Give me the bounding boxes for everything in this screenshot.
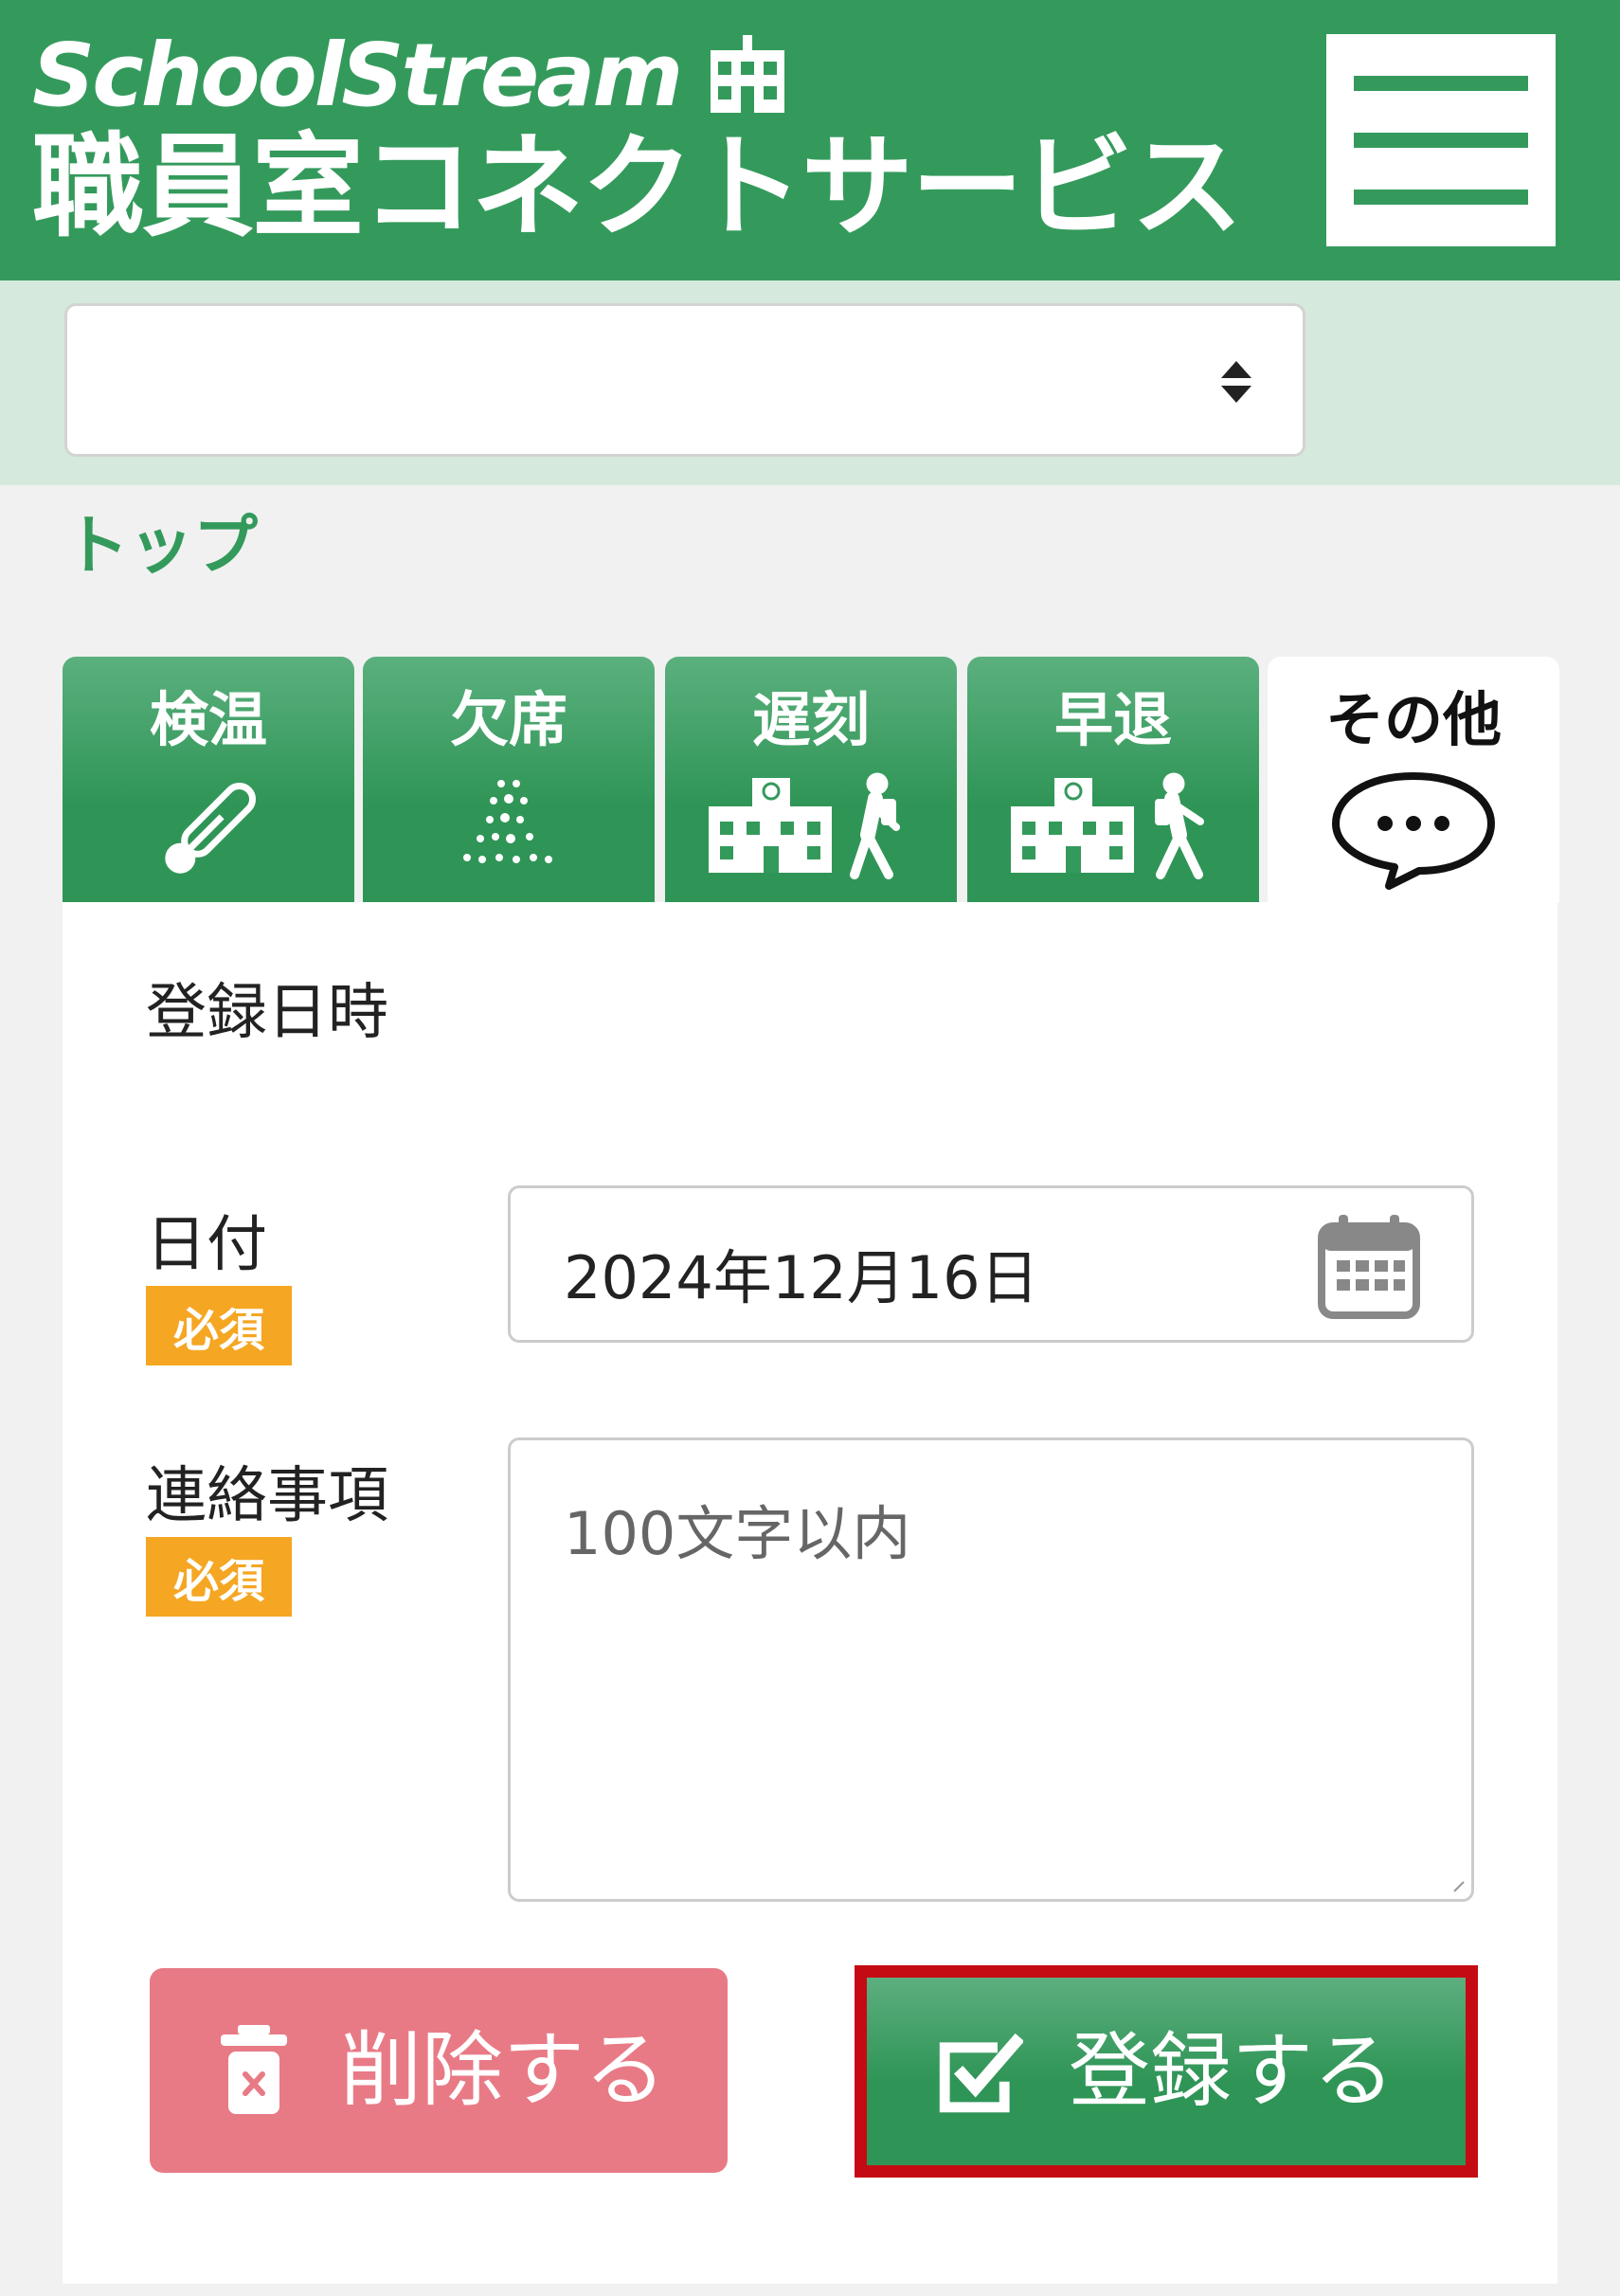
brand-name: SchoolStream <box>32 25 683 126</box>
speech-bubble-icon <box>1332 772 1495 890</box>
form-panel: 登録日時 日付 必須 2024年12月16日 連絡事項 必須 100文字以内 削… <box>63 902 1557 2284</box>
submit-button-label: 登録する <box>1069 2024 1395 2119</box>
tab-label: 遅刻 <box>751 685 870 754</box>
school-walker-icon <box>1011 772 1204 879</box>
required-badge: 必須 <box>146 1286 292 1365</box>
logo: SchoolStream <box>32 28 790 123</box>
tab-label: 早退 <box>1053 685 1172 754</box>
tab-late[interactable]: 遅刻 <box>665 657 957 903</box>
date-field[interactable]: 2024年12月16日 <box>508 1185 1474 1343</box>
delete-button[interactable]: 削除する <box>150 1968 728 2173</box>
thermometer-icon <box>165 782 257 874</box>
tab-early-leave[interactable]: 早退 <box>967 657 1259 903</box>
breadcrumb-top-link[interactable]: トップ <box>64 493 258 587</box>
calendar-icon[interactable] <box>1318 1213 1420 1319</box>
tab-label: その他 <box>1324 685 1502 754</box>
service-name: 職員室コネクトサービス <box>32 121 1243 252</box>
app-header: SchoolStream 職員室コネクトサービス <box>0 0 1620 280</box>
submit-button-highlight: 登録する <box>855 1965 1478 2178</box>
tab-absence[interactable]: 欠席 <box>363 657 655 903</box>
school-walker-icon <box>709 772 900 879</box>
hamburger-menu-icon <box>1354 76 1528 91</box>
date-label: 日付 <box>146 1210 267 1280</box>
hamburger-menu-icon-bar <box>1354 133 1528 148</box>
required-badge: 必須 <box>146 1537 292 1617</box>
checkbox-icon <box>939 2033 1023 2113</box>
date-value: 2024年12月16日 <box>564 1243 1039 1312</box>
delete-button-label: 削除する <box>340 2023 666 2118</box>
tab-label: 検温 <box>149 685 267 754</box>
hamburger-menu-button[interactable] <box>1326 34 1556 246</box>
school-building-icon <box>711 35 785 113</box>
selector-band <box>0 280 1620 485</box>
trash-icon <box>221 2025 287 2114</box>
resize-grip-icon[interactable] <box>1452 1880 1466 1893</box>
sort-arrows-icon <box>1221 361 1251 403</box>
message-textarea[interactable]: 100文字以内 <box>508 1437 1474 1902</box>
class-select[interactable] <box>64 303 1305 457</box>
hamburger-menu-icon-bar <box>1354 190 1528 205</box>
section-title: 登録日時 <box>146 978 388 1048</box>
submit-button[interactable]: 登録する <box>867 1978 1466 2165</box>
tab-label: 欠席 <box>449 685 567 754</box>
message-label: 連絡事項 <box>146 1461 388 1531</box>
sparkle-dots-icon <box>463 780 552 863</box>
message-placeholder: 100文字以内 <box>564 1499 911 1568</box>
tab-other[interactable]: その他 <box>1268 657 1559 903</box>
tab-temperature[interactable]: 検温 <box>63 657 354 903</box>
